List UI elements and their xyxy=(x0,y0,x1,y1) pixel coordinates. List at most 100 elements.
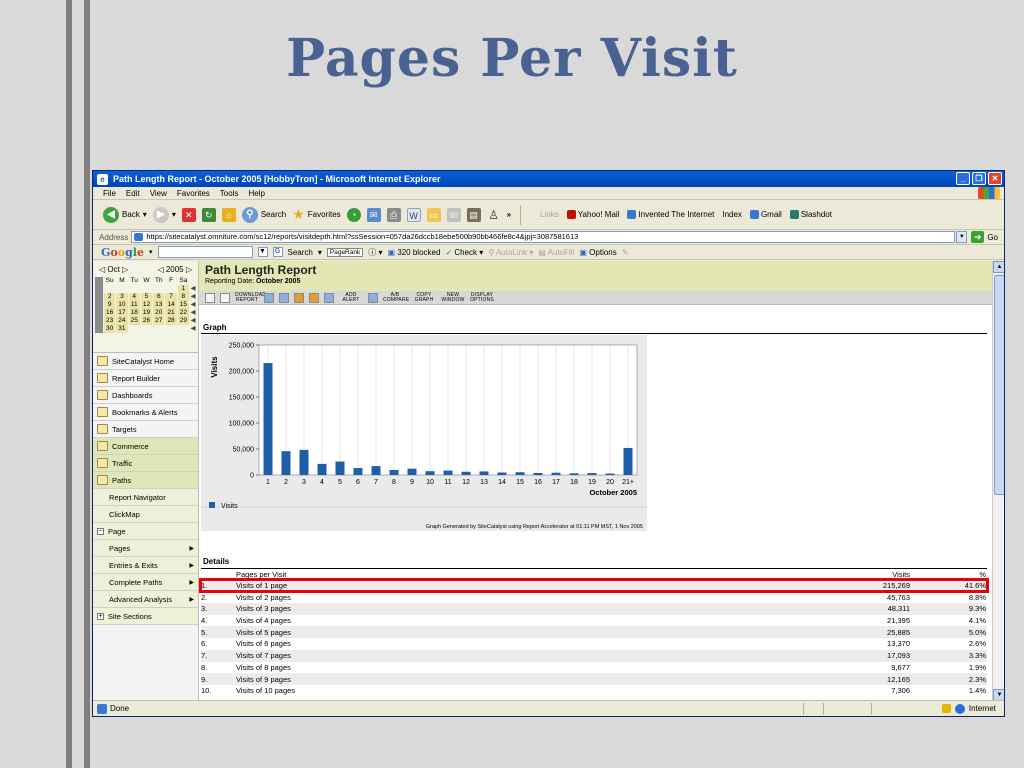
row-label[interactable]: Visits of 2 pages xyxy=(236,593,796,602)
calendar-day[interactable]: 14 xyxy=(165,301,177,309)
calendar-day[interactable]: 25 xyxy=(128,317,140,325)
scroll-thumb[interactable] xyxy=(994,275,1004,495)
calendar-day[interactable]: 30 xyxy=(104,325,116,333)
link-gmail[interactable]: Gmail xyxy=(749,210,782,220)
menu-edit[interactable]: Edit xyxy=(126,189,140,198)
calendar-day[interactable]: 22 xyxy=(177,309,189,317)
calendar-day[interactable]: 28 xyxy=(165,317,177,325)
spellcheck-button[interactable]: ✓ Check ▾ xyxy=(445,248,483,257)
row-label[interactable]: Visits of 8 pages xyxy=(236,663,796,672)
maximize-button[interactable]: ❐ xyxy=(972,172,986,185)
nav-item-bookmarks-alerts[interactable]: Bookmarks & Alerts xyxy=(93,404,198,421)
calendar-day[interactable]: 16 xyxy=(104,309,116,317)
calendar-day[interactable]: 1 xyxy=(177,285,189,293)
row-label[interactable]: Visits of 3 pages xyxy=(236,604,796,613)
calendar-day[interactable]: 10 xyxy=(116,301,128,309)
format-icon[interactable] xyxy=(294,292,304,303)
column-header[interactable]: Pages per Visit xyxy=(236,570,796,579)
nav-item-site-sections[interactable]: + Site Sections xyxy=(93,608,198,625)
calendar-day[interactable]: 24 xyxy=(116,317,128,325)
minimize-button[interactable]: _ xyxy=(956,172,970,185)
calendar-day[interactable]: 31 xyxy=(116,325,128,333)
print-icon[interactable]: ⎙ xyxy=(386,207,401,222)
new-window-button[interactable]: NEW WINDOW xyxy=(441,292,465,303)
vertical-scrollbar[interactable]: ▲ ▼ xyxy=(992,261,1004,701)
row-label[interactable]: Visits of 6 pages xyxy=(236,639,796,648)
menu-favorites[interactable]: Favorites xyxy=(177,189,210,198)
add-alert-button[interactable]: ADD ALERT xyxy=(339,292,363,303)
nav-item-traffic[interactable]: Traffic xyxy=(93,455,198,472)
link-yahoo-mail[interactable]: Yahoo! Mail xyxy=(566,210,619,220)
print-report-icon[interactable] xyxy=(220,292,230,303)
nav-item-pages[interactable]: Pages ▶ xyxy=(93,540,198,557)
year-picker[interactable]: ◁ 2005 ▷ xyxy=(157,265,192,274)
nav-item-paths[interactable]: Paths xyxy=(93,472,198,489)
nav-item-complete-paths[interactable]: Complete Paths ▶ xyxy=(93,574,198,591)
forward-button[interactable]: ▶ ▾ xyxy=(152,206,176,223)
nav-item-report-navigator[interactable]: Report Navigator xyxy=(93,489,198,506)
search-button[interactable]: ⚲ Search xyxy=(241,206,286,223)
calendar-day[interactable]: 3 xyxy=(116,293,128,301)
menu-file[interactable]: File xyxy=(103,189,116,198)
menu-view[interactable]: View xyxy=(150,189,167,198)
google-search-input[interactable] xyxy=(157,246,253,258)
copy-graph-button[interactable]: COPY GRAPH xyxy=(412,292,436,303)
nav-item-report-builder[interactable]: Report Builder xyxy=(93,370,198,387)
pencil-icon[interactable]: ✎ xyxy=(622,248,629,257)
calendar-day[interactable]: 2 xyxy=(104,293,116,301)
link-slashdot[interactable]: Slashdot xyxy=(789,210,832,220)
calendar-day[interactable]: 27 xyxy=(153,317,165,325)
window-titlebar[interactable]: e Path Length Report - October 2005 [Hob… xyxy=(93,171,1004,187)
info-icon[interactable]: ⓘ ▾ xyxy=(368,247,382,258)
calendar-day[interactable]: 4 xyxy=(128,293,140,301)
month-picker[interactable]: ◁ Oct ▷ xyxy=(99,265,128,274)
row-label[interactable]: Visits of 9 pages xyxy=(236,675,796,684)
calendar-day[interactable]: 13 xyxy=(153,301,165,309)
help-icon[interactable] xyxy=(205,292,215,303)
autolink-button[interactable]: ⚲ AutoLink ▾ xyxy=(488,248,533,257)
format-icon[interactable] xyxy=(309,292,319,303)
favorites-button[interactable]: ★ Favorites xyxy=(292,206,340,223)
back-button[interactable]: ◀ Back ▾ xyxy=(103,206,147,223)
nav-item-sitecatalyst-home[interactable]: SiteCatalyst Home xyxy=(93,353,198,370)
menu-tools[interactable]: Tools xyxy=(220,189,239,198)
refresh-icon[interactable]: ↻ xyxy=(201,207,216,222)
menu-help[interactable]: Help xyxy=(248,189,264,198)
expand-icon[interactable]: + xyxy=(97,612,104,620)
row-label[interactable]: Visits of 4 pages xyxy=(236,616,796,625)
link-index[interactable]: Index xyxy=(722,210,742,219)
history-icon[interactable]: ◔ xyxy=(346,207,361,222)
go-button[interactable]: ➔ Go xyxy=(971,231,998,243)
stop-icon[interactable]: ✕ xyxy=(181,207,196,222)
edit-icon[interactable]: W xyxy=(406,207,421,222)
calendar-day[interactable]: 26 xyxy=(140,317,153,325)
google-g-icon[interactable]: G xyxy=(272,247,283,257)
calendar-day[interactable]: 8 xyxy=(177,293,189,301)
row-label[interactable]: Visits of 5 pages xyxy=(236,628,796,637)
display-options-button[interactable]: DISPLAY OPTIONS xyxy=(470,292,494,303)
scroll-up-arrow[interactable]: ▲ xyxy=(993,261,1004,273)
column-header[interactable]: Visits xyxy=(796,570,910,579)
autofill-button[interactable]: ▤ AutoFill xyxy=(538,248,574,257)
calendar-day[interactable]: 23 xyxy=(104,317,116,325)
research-icon[interactable]: ▤ xyxy=(466,207,481,222)
download-report-button[interactable]: DOWNLOAD REPORT xyxy=(235,292,266,303)
row-label[interactable]: Visits of 1 page xyxy=(236,581,796,590)
calendar-day[interactable]: 7 xyxy=(165,293,177,301)
format-icon[interactable] xyxy=(279,292,289,303)
ab-compare-button[interactable]: A/B COMPARE xyxy=(383,292,409,303)
row-label[interactable]: Visits of 7 pages xyxy=(236,651,796,660)
nav-item-advanced-analysis[interactable]: Advanced Analysis ▶ xyxy=(93,591,198,608)
mail-icon[interactable]: ✉ xyxy=(366,207,381,222)
pagerank-indicator[interactable]: PageRank xyxy=(326,247,364,257)
link-invented[interactable]: Invented The Internet xyxy=(627,210,714,220)
alert-icon[interactable] xyxy=(368,292,378,303)
nav-item-dashboards[interactable]: Dashboards xyxy=(93,387,198,404)
calendar-day[interactable]: 9 xyxy=(104,301,116,309)
calendar-day[interactable]: 17 xyxy=(116,309,128,317)
calendar-day[interactable]: 19 xyxy=(140,309,153,317)
nav-item-targets[interactable]: Targets xyxy=(93,421,198,438)
calendar-day[interactable]: 29 xyxy=(177,317,189,325)
calendar-day[interactable]: 20 xyxy=(153,309,165,317)
close-button[interactable]: ✕ xyxy=(988,172,1002,185)
